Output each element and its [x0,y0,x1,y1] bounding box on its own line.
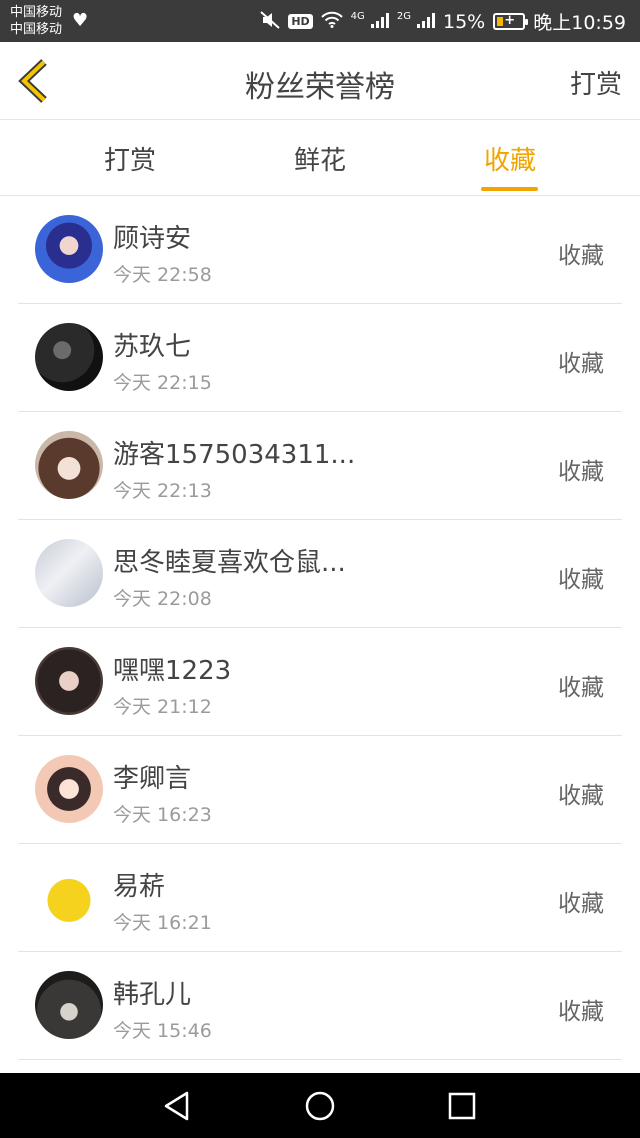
action-type: 收藏 [558,783,604,809]
timestamp: 今天 16:23 [113,804,212,826]
action-type: 收藏 [558,675,604,701]
list-item[interactable]: 易菥 今天 16:21 收藏 [18,844,622,952]
timestamp: 今天 22:13 [113,480,212,502]
tab-bar: 打赏 鲜花 收藏 [0,120,640,196]
heart-rate-icon: ♥ [72,10,89,31]
action-type: 收藏 [558,459,604,485]
app-header: 粉丝荣誉榜 打赏 [0,42,640,120]
avatar [35,323,103,391]
battery-icon: + [493,13,529,30]
list-item[interactable]: 李卿言 今天 16:23 收藏 [18,736,622,844]
list-item[interactable]: 顾诗安 今天 22:58 收藏 [18,196,622,304]
signal-1-icon: 4G [351,11,389,33]
user-name: 易菥 [113,872,166,902]
user-name: 韩孔儿 [113,980,192,1010]
list-item[interactable]: 苏玖七 今天 22:15 收藏 [18,304,622,412]
timestamp: 今天 21:12 [113,696,212,718]
avatar [35,863,103,931]
action-type: 收藏 [558,243,604,269]
user-name: 游客1575034311... [113,440,356,470]
timestamp: 今天 22:15 [113,372,212,394]
clock: 晚上10:59 [533,12,626,34]
carrier-2: 中国移动 [10,22,63,37]
action-type: 收藏 [558,351,604,377]
timestamp: 今天 22:58 [113,264,212,286]
user-name: 苏玖七 [113,332,192,362]
tab-flowers[interactable]: 鲜花 [260,140,380,177]
mute-icon [260,10,280,33]
timestamp: 今天 22:08 [113,588,212,610]
system-nav-bar [0,1073,640,1138]
action-type: 收藏 [558,891,604,917]
user-name: 李卿言 [113,764,192,794]
status-bar: 中国移动 中国移动 ♥ HD 4G 2G 15% + 晚上10:59 [0,0,640,42]
avatar [35,431,103,499]
avatar [35,539,103,607]
avatar [35,755,103,823]
fan-list: 顾诗安 今天 22:58 收藏 苏玖七 今天 22:15 收藏 游客157503… [18,196,622,1060]
action-type: 收藏 [558,567,604,593]
avatar [35,971,103,1039]
carrier-1: 中国移动 [10,5,63,20]
list-item[interactable]: 思冬睦夏喜欢仓鼠... 今天 22:08 收藏 [18,520,622,628]
list-item[interactable]: 游客1575034311... 今天 22:13 收藏 [18,412,622,520]
home-circle-icon[interactable] [303,1089,337,1123]
list-item[interactable]: 韩孔儿 今天 15:46 收藏 [18,952,622,1060]
list-item[interactable]: 嘿嘿1223 今天 21:12 收藏 [18,628,622,736]
status-icons: HD 4G 2G 15% + 晚上10:59 [260,8,626,35]
avatar [35,647,103,715]
user-name: 思冬睦夏喜欢仓鼠... [113,548,346,578]
reward-button[interactable]: 打赏 [570,64,622,101]
network-1-label: 4G [350,10,365,22]
user-name: 顾诗安 [113,224,192,254]
recents-square-icon[interactable] [445,1089,479,1123]
carrier-labels: 中国移动 中国移动 [10,4,62,38]
hd-icon: HD [288,14,313,29]
timestamp: 今天 16:21 [113,912,212,934]
tab-favorites[interactable]: 收藏 [450,140,570,177]
avatar [35,215,103,283]
back-triangle-icon[interactable] [160,1089,194,1123]
battery-percent: 15% [443,10,486,33]
timestamp: 今天 15:46 [113,1020,212,1042]
wifi-icon [320,11,343,32]
tab-reward[interactable]: 打赏 [70,140,190,177]
tab-active-indicator [481,187,538,191]
page-title: 粉丝荣誉榜 [245,70,395,105]
action-type: 收藏 [558,999,604,1025]
network-2-label: 2G [396,10,411,22]
user-name: 嘿嘿1223 [113,656,232,686]
signal-2-icon: 2G [397,11,435,33]
